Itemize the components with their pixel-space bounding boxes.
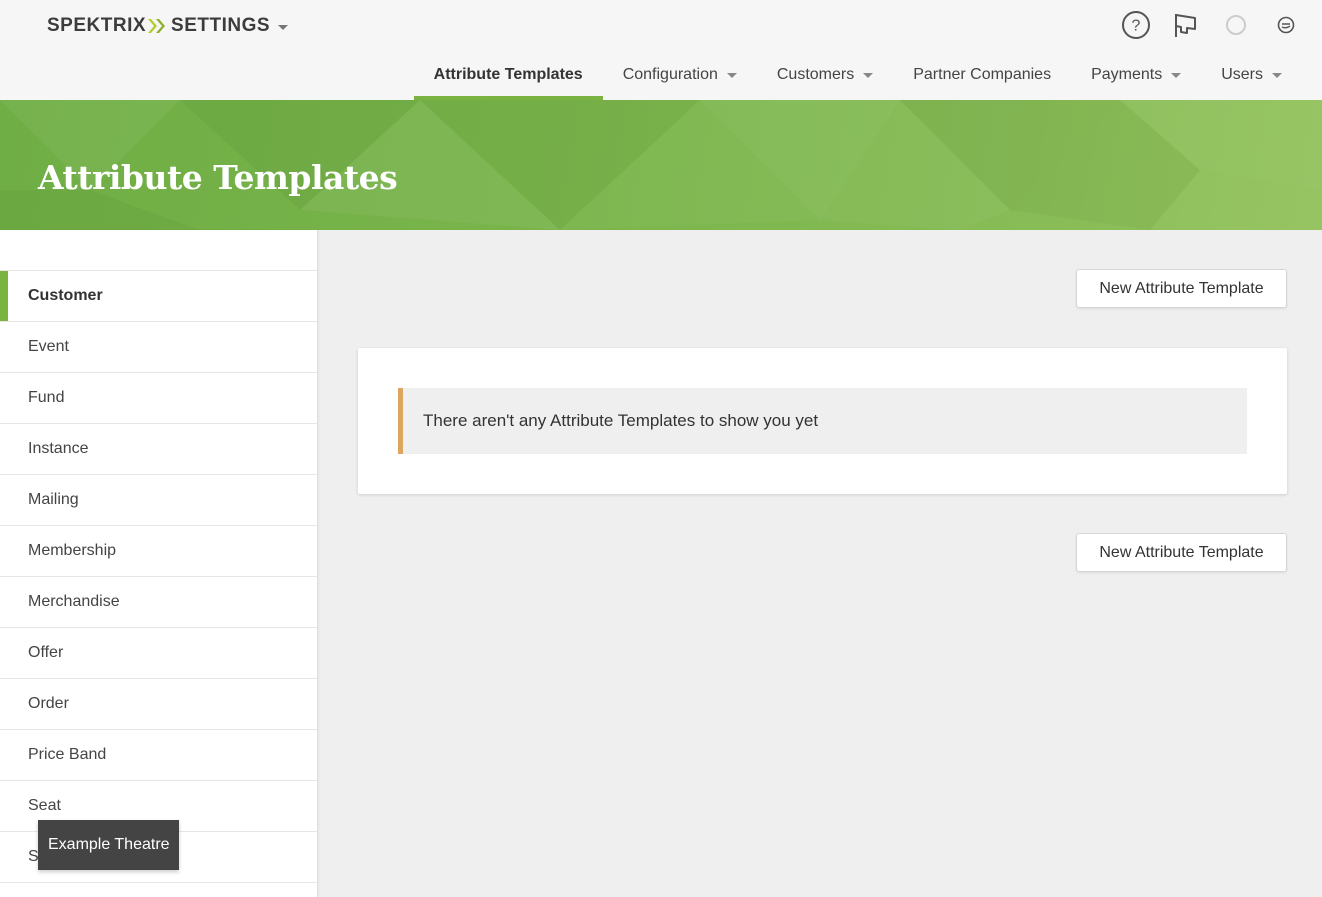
nav-label: Users bbox=[1221, 66, 1263, 83]
page-banner: Attribute Templates bbox=[0, 100, 1322, 230]
sidebar-item-merchandise[interactable]: Merchandise bbox=[0, 577, 318, 628]
sidebar-list: Customer Event Fund Instance Mailing Mem… bbox=[0, 270, 318, 883]
sidebar-item-event[interactable]: Event bbox=[0, 322, 318, 373]
page-title: Attribute Templates bbox=[38, 158, 398, 197]
nav-customers[interactable]: Customers bbox=[757, 50, 893, 100]
announcement-icon[interactable] bbox=[1170, 9, 1202, 41]
status-icon[interactable] bbox=[1220, 9, 1252, 41]
sidebar-item-mailing[interactable]: Mailing bbox=[0, 475, 318, 526]
empty-state-card: There aren't any Attribute Templates to … bbox=[358, 348, 1287, 494]
nav-attribute-templates[interactable]: Attribute Templates bbox=[413, 50, 603, 100]
sidebar-item-customer[interactable]: Customer bbox=[0, 271, 318, 322]
app-brand-menu[interactable]: SPEKTRIX SETTINGS bbox=[47, 14, 289, 38]
brand-section: SETTINGS bbox=[171, 15, 271, 36]
nav-label: Customers bbox=[776, 66, 855, 83]
nav-label: Partner Companies bbox=[913, 66, 1052, 83]
empty-state-message: There aren't any Attribute Templates to … bbox=[398, 388, 1247, 454]
sidebar-item-price-band[interactable]: Price Band bbox=[0, 730, 318, 781]
help-icon[interactable]: ? bbox=[1120, 9, 1152, 41]
svg-text:?: ? bbox=[1132, 18, 1141, 35]
nav-label: Payments bbox=[1091, 66, 1163, 83]
brand-chevrons-icon bbox=[147, 18, 167, 34]
sidebar-item-offer[interactable]: Offer bbox=[0, 628, 318, 679]
new-attribute-template-button-bottom[interactable]: New Attribute Template bbox=[1076, 533, 1287, 572]
sidebar-item-membership[interactable]: Membership bbox=[0, 526, 318, 577]
nav-label: Attribute Templates bbox=[433, 66, 583, 83]
nav-partner-companies[interactable]: Partner Companies bbox=[893, 50, 1071, 100]
nav-label: Configuration bbox=[622, 66, 718, 83]
sidebar-item-fund[interactable]: Fund bbox=[0, 373, 318, 424]
caret-down-icon bbox=[863, 72, 874, 78]
new-attribute-template-button[interactable]: New Attribute Template bbox=[1076, 269, 1287, 308]
sidebar: Customer Event Fund Instance Mailing Mem… bbox=[0, 230, 318, 897]
sidebar-item-order[interactable]: Order bbox=[0, 679, 318, 730]
nav-configuration[interactable]: Configuration bbox=[603, 50, 757, 100]
sidebar-item-instance[interactable]: Instance bbox=[0, 424, 318, 475]
nav-payments[interactable]: Payments bbox=[1071, 50, 1201, 100]
main-nav: Attribute Templates Configuration Custom… bbox=[413, 50, 1302, 100]
account-icon[interactable] bbox=[1270, 9, 1302, 41]
theatre-tooltip: Example Theatre bbox=[38, 820, 179, 870]
brand-name: SPEKTRIX bbox=[47, 15, 147, 36]
top-icons: ? bbox=[1102, 9, 1302, 41]
brand-dropdown-icon bbox=[278, 24, 289, 30]
nav-users[interactable]: Users bbox=[1201, 50, 1302, 100]
caret-down-icon bbox=[1272, 72, 1282, 78]
caret-down-icon bbox=[1171, 72, 1182, 78]
top-bar: SPEKTRIX SETTINGS ? Attribute Templates … bbox=[0, 0, 1322, 100]
caret-down-icon bbox=[726, 72, 737, 78]
